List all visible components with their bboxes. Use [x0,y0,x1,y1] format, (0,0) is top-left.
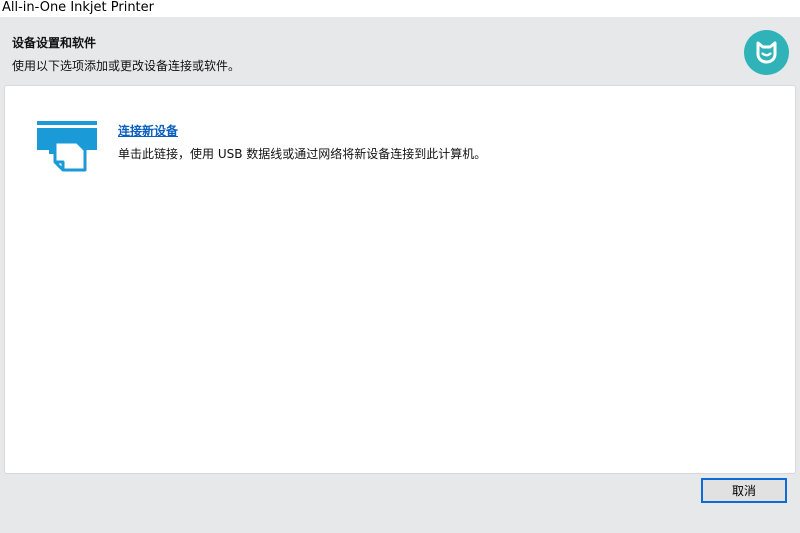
title-bar[interactable]: All-in-One Inkjet Printer [0,0,800,17]
page-heading: 设备设置和软件 [12,36,97,50]
dialog-body: 设备设置和软件 使用以下选项添加或更改设备连接或软件。 连接新设备 单击此链接，… [0,17,800,533]
cancel-button[interactable]: 取消 [701,478,787,503]
page-subheading: 使用以下选项添加或更改设备连接或软件。 [12,59,241,73]
options-panel: 连接新设备 单击此链接，使用 USB 数据线或通过网络将新设备连接到此计算机。 [4,85,796,474]
app-window: All-in-One Inkjet Printer 设备设置和软件 使用以下选项… [0,0,800,533]
connect-device-option: 连接新设备 单击此链接，使用 USB 数据线或通过网络将新设备连接到此计算机。 [35,121,735,181]
connect-new-device-description: 单击此链接，使用 USB 数据线或通过网络将新设备连接到此计算机。 [118,147,487,161]
mi-brand-logo-icon [744,30,789,75]
window-title: All-in-One Inkjet Printer [2,0,155,15]
printer-icon [35,121,99,173]
connect-new-device-link[interactable]: 连接新设备 [118,122,178,139]
